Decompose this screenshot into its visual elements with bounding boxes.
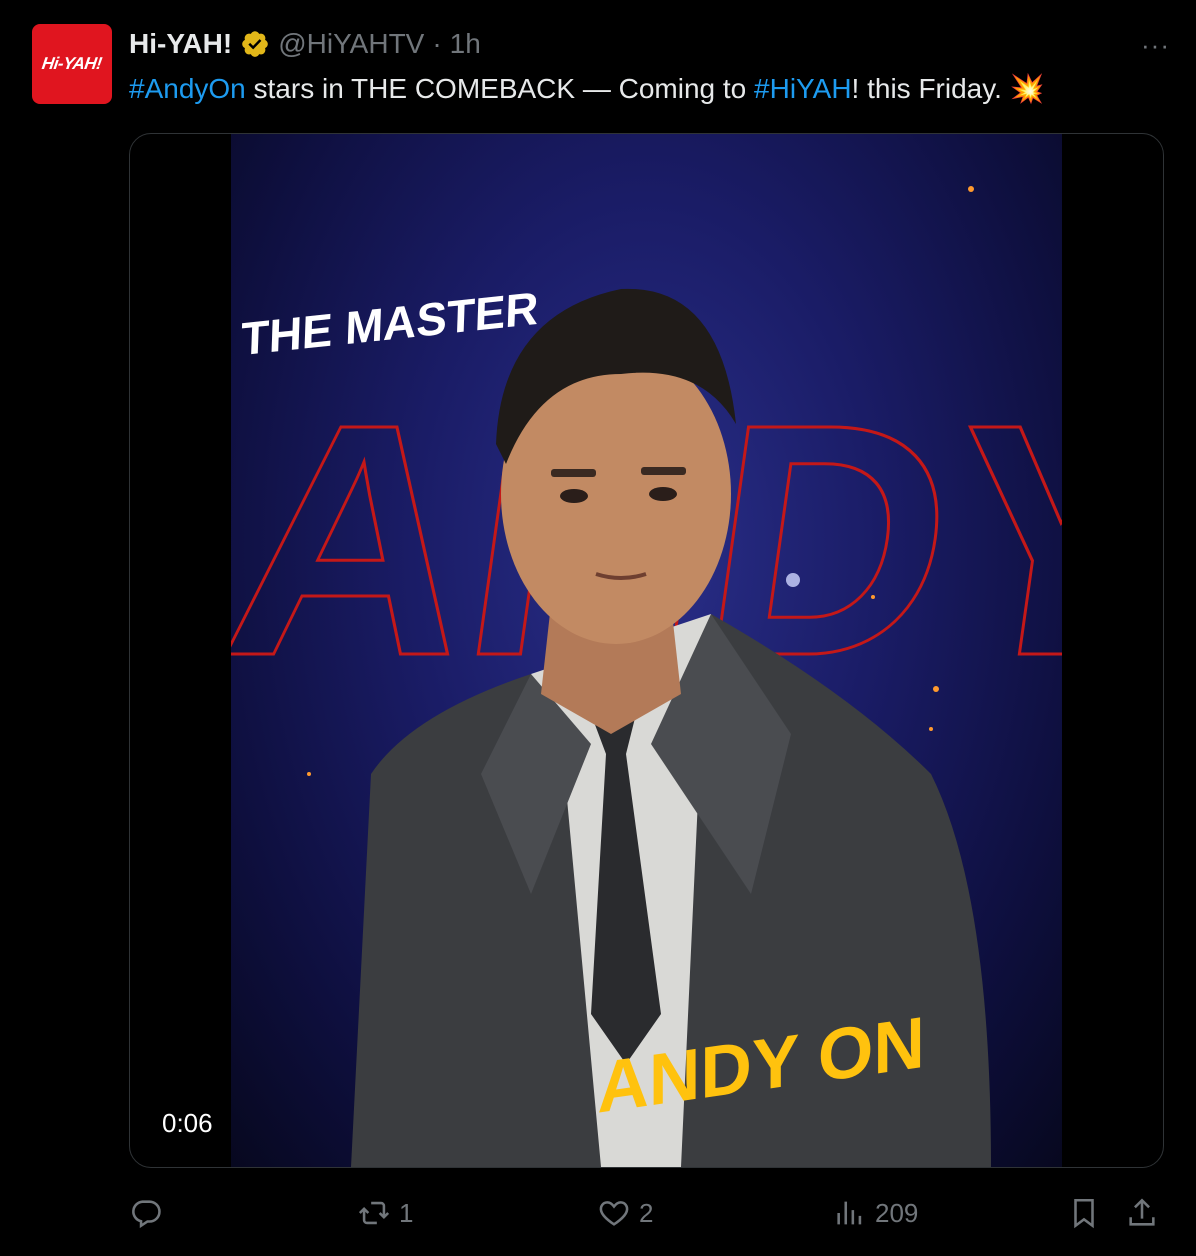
views-count: 209	[875, 1197, 919, 1228]
avatar[interactable]: Hi-YAH!	[32, 24, 112, 104]
verified-badge-icon[interactable]	[240, 29, 270, 59]
views-button[interactable]: 209	[833, 1190, 918, 1236]
avatar-logo-text: Hi-YAH!	[41, 54, 104, 73]
display-name[interactable]: Hi-YAH!	[129, 28, 232, 60]
hashtag-link[interactable]: #HiYAH	[754, 73, 852, 104]
repost-count: 1	[399, 1197, 414, 1228]
video-poster: ANDY ON	[231, 134, 1062, 1167]
hashtag-link[interactable]: #AndyOn	[129, 73, 246, 104]
like-count: 2	[639, 1197, 654, 1228]
action-bar: 1 2 209	[129, 1190, 1162, 1236]
bookmark-icon	[1074, 1198, 1094, 1229]
collision-emoji: 💥	[1009, 73, 1045, 104]
post-time[interactable]: 1h	[450, 28, 481, 60]
reply-button[interactable]	[129, 1190, 171, 1236]
repost-icon	[358, 1201, 390, 1225]
share-button[interactable]	[1125, 1190, 1159, 1236]
separator-dot: ·	[432, 28, 442, 59]
tweet-text: #AndyOn stars in THE COMEBACK — Coming t…	[129, 70, 1045, 108]
user-handle[interactable]: @HiYAHTV	[278, 28, 424, 60]
tweet-header: Hi-YAH! @HiYAHTV · 1h	[129, 26, 481, 62]
repost-button[interactable]: 1	[357, 1190, 413, 1236]
like-button[interactable]: 2	[597, 1190, 653, 1236]
tweet-text-segment: stars in THE COMEBACK — Coming to	[245, 73, 755, 104]
heart-icon	[599, 1201, 629, 1226]
poster-artwork: ANDY ON	[231, 186, 1062, 1167]
bookmark-button[interactable]	[1067, 1190, 1101, 1236]
reply-icon	[132, 1200, 161, 1229]
video-time: 0:06	[162, 1108, 213, 1138]
views-icon	[837, 1201, 862, 1225]
poster-title: THE MASTER	[240, 282, 539, 365]
more-options-icon[interactable]: ···	[1141, 30, 1170, 61]
video-player[interactable]: ANDY ON	[129, 133, 1164, 1168]
share-icon	[1129, 1198, 1155, 1226]
tweet-text-segment: ! this Friday.	[851, 73, 1010, 104]
